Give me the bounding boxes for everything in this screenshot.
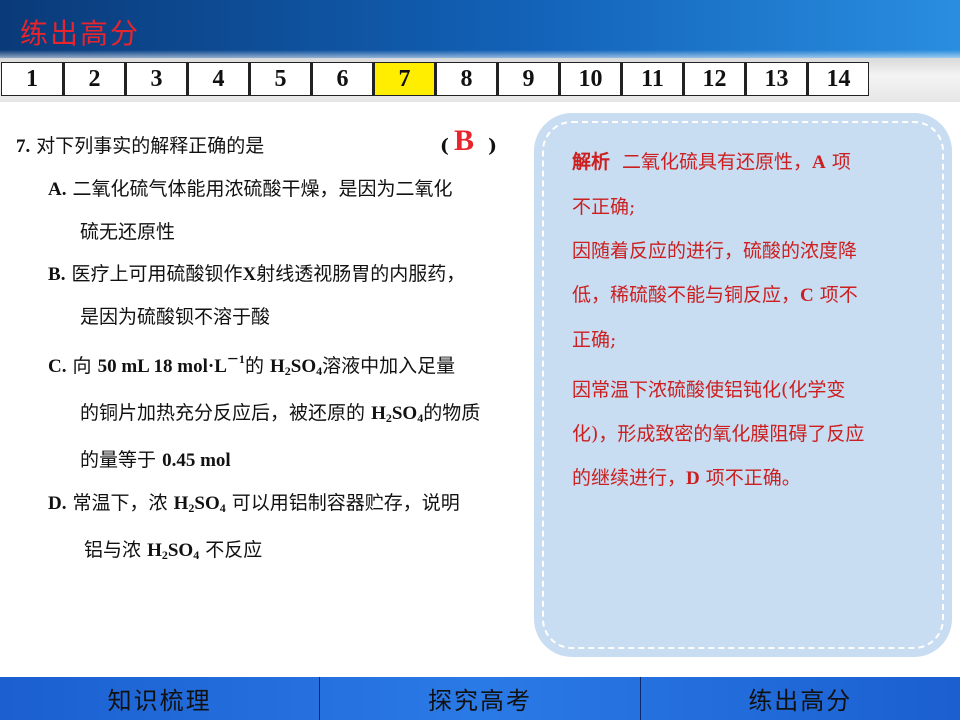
answer-paren-open: ( [440, 135, 449, 157]
explanation-p1-pre: 二氧化硫具有还原性， [622, 151, 813, 173]
tab-12[interactable]: 12 [683, 62, 745, 96]
explanation-line-6: 因常温下浓硫酸使铝钝化(化学变 [572, 368, 932, 412]
tab-6[interactable]: 6 [311, 62, 373, 96]
tab-13[interactable]: 13 [745, 62, 807, 96]
option-b-cont: 是因为硫酸钡不溶于酸 [16, 296, 536, 338]
option-c-volume: 50 mL 18 mol·L [97, 356, 227, 377]
explanation-p3-line1: 因常温下浓硫酸使铝钝化(化学变 [572, 379, 846, 401]
question-block: 7. 对下列事实的解释正确的是 ( B ) A. 二氧化硫气体能用浓硫酸干燥，是… [16, 124, 536, 576]
explanation-line-1: 解析 二氧化硫具有还原性，A 项 [572, 140, 932, 185]
option-d-formula-1: H2SO4 [173, 493, 226, 515]
option-d-line2-post: 不反应 [205, 539, 263, 561]
option-b-x: X [242, 264, 257, 285]
option-d-cont: 铝与浓 H2SO4 不反应 [16, 529, 536, 576]
option-d-line1-post: 可以用铝制容器贮存，说明 [231, 492, 460, 514]
option-b-line1-pre: 医疗上可用硫酸钡作 [71, 263, 243, 285]
option-c-line2-pre: 的铜片加热充分反应后，被还原的 [80, 402, 366, 424]
question-stem: 对下列事实的解释正确的是 [36, 135, 265, 157]
tab-1[interactable]: 1 [1, 62, 63, 96]
explanation-line-5: 正确; [572, 318, 932, 362]
tab-11[interactable]: 11 [621, 62, 683, 96]
explanation-lead: 解析 [572, 151, 611, 173]
option-d-line1-pre: 常温下，浓 [72, 492, 168, 514]
option-c-line1-post: 溶液中加入足量 [322, 355, 456, 377]
footer-nav: 知识梳理 探究高考 练出高分 [0, 677, 960, 720]
option-c-cont-1: 的铜片加热充分反应后，被还原的 H2SO4的物质 [16, 392, 536, 439]
option-b-letter: B [48, 264, 61, 285]
option-b: B. 医疗上可用硫酸钡作X射线透视肠胃的内服药， [16, 253, 536, 296]
option-c-letter: C [48, 356, 62, 377]
option-b-line2: 是因为硫酸钡不溶于酸 [80, 306, 271, 328]
nav-knowledge-review[interactable]: 知识梳理 [0, 677, 321, 720]
question-number: 7 [16, 136, 26, 157]
option-c-exp: －1 [226, 352, 245, 366]
option-d-line2-pre: 铝与浓 [84, 539, 142, 561]
tab-2[interactable]: 2 [63, 62, 125, 96]
nav-explore-gaokao[interactable]: 探究高考 [320, 677, 641, 720]
question-stem-row: 7. 对下列事实的解释正确的是 ( B ) [16, 124, 536, 168]
explanation-text: 解析 二氧化硫具有还原性，A 项 不正确; 因随着反应的进行，硫酸的浓度降 低，稀… [572, 140, 932, 501]
explanation-line-3: 因随着反应的进行，硫酸的浓度降 [572, 229, 932, 273]
explanation-line-4: 低，稀硫酸不能与铜反应，C 项不 [572, 273, 932, 318]
tab-9[interactable]: 9 [497, 62, 559, 96]
option-c-dot: . [61, 356, 67, 377]
answer-letter: B [454, 124, 475, 157]
option-c-of: 的 [244, 355, 264, 377]
option-d-formula-2: H2SO4 [147, 540, 200, 562]
option-d-dot: . [61, 493, 67, 514]
option-c-formula-2: H2SO4 [371, 403, 424, 425]
tab-3[interactable]: 3 [125, 62, 187, 96]
explanation-p3-line3-post: 项不正确。 [705, 467, 801, 489]
option-c-pre: 向 [72, 355, 92, 377]
explanation-p3-letter: D [686, 468, 700, 489]
option-b-line1-post: 射线透视肠胃的内服药， [256, 263, 466, 285]
option-a-line1: 二氧化硫气体能用浓硫酸干燥，是因为二氧化 [72, 178, 453, 200]
option-c-line3-pre: 的量等于 [80, 449, 157, 471]
tab-4[interactable]: 4 [187, 62, 249, 96]
option-a-letter: A [48, 179, 62, 200]
option-c-formula-1: H2SO4 [270, 356, 323, 378]
option-d: D. 常温下，浓 H2SO4 可以用铝制容器贮存，说明 [16, 482, 536, 529]
tab-10[interactable]: 10 [559, 62, 621, 96]
explanation-line-2: 不正确; [572, 185, 932, 229]
option-a: A. 二氧化硫气体能用浓硫酸干燥，是因为二氧化 [16, 168, 536, 211]
question-number-dot: . [25, 136, 31, 157]
explanation-p3-line2: 化)，形成致密的氧化膜阻碍了反应 [572, 423, 865, 445]
page-title: 练出高分 [20, 17, 141, 50]
explanation-p1-letter: A [812, 152, 826, 173]
option-a-line2: 硫无还原性 [80, 221, 176, 243]
header-bar: 练出高分 [0, 0, 960, 58]
tab-14[interactable]: 14 [807, 62, 869, 96]
option-a-dot: . [61, 179, 67, 200]
explanation-p2-line2-pre: 低，稀硫酸不能与铜反应， [572, 284, 801, 306]
explanation-p2-letter: C [800, 285, 814, 306]
explanation-p2-line3: 正确; [572, 329, 617, 351]
nav-practice-high-score[interactable]: 练出高分 [641, 677, 960, 720]
explanation-line-8: 的继续进行，D 项不正确。 [572, 456, 932, 501]
option-c-line3-val: 0.45 mol [162, 450, 231, 471]
explanation-p3-line3-pre: 的继续进行， [572, 467, 687, 489]
answer-paren-close: ) [488, 135, 497, 157]
option-a-cont: 硫无还原性 [16, 211, 536, 253]
option-d-letter: D [48, 493, 62, 514]
tab-8[interactable]: 8 [435, 62, 497, 96]
tab-5[interactable]: 5 [249, 62, 311, 96]
option-b-dot: . [60, 264, 66, 285]
explanation-p2-line2-post: 项不 [819, 284, 858, 306]
explanation-p2-line1: 因随着反应的进行，硫酸的浓度降 [572, 240, 858, 262]
explanation-p1-line2: 不正确; [572, 196, 636, 218]
explanation-p1-post: 项 [831, 151, 851, 173]
option-c: C. 向 50 mL 18 mol·L－1的 H2SO4溶液中加入足量 [16, 338, 536, 392]
option-c-line2-post: 的物质 [423, 402, 481, 424]
explanation-line-7: 化)，形成致密的氧化膜阻碍了反应 [572, 412, 932, 456]
question-tabs: 1 2 3 4 5 6 7 8 9 10 11 12 13 14 [1, 62, 869, 98]
tab-7[interactable]: 7 [373, 62, 435, 96]
option-c-cont-2: 的量等于 0.45 mol [16, 439, 536, 482]
